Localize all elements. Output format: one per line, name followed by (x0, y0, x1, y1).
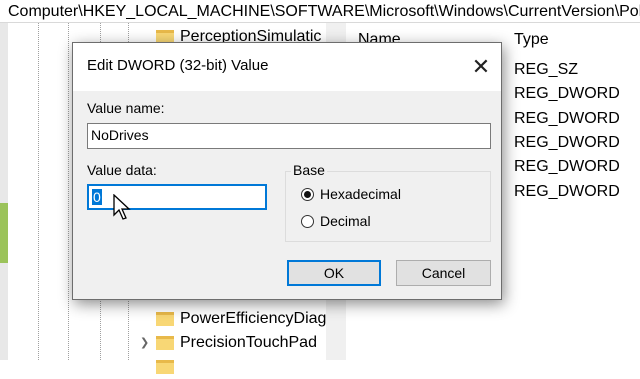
value-name-label: Value name: (87, 100, 165, 116)
type-cell: REG_DWORD (514, 85, 620, 102)
type-cell: REG_DWORD (514, 158, 620, 175)
tree-guide (68, 23, 69, 360)
radio-label: Hexadecimal (320, 186, 401, 202)
type-cell: REG_DWORD (514, 110, 620, 127)
cancel-button[interactable]: Cancel (396, 260, 491, 286)
edit-dword-dialog: Edit DWORD (32-bit) Value ✕ Value name: … (72, 42, 502, 300)
value-data-label: Value data: (87, 162, 157, 178)
radio-checked-icon[interactable] (301, 188, 314, 201)
folder-icon (156, 311, 174, 326)
address-path: Computer\HKEY_LOCAL_MACHINE\SOFTWARE\Mic… (8, 3, 640, 20)
value-name-field[interactable]: NoDrives (87, 123, 491, 149)
tree-item-powerefficiencydiag[interactable]: PowerEfficiencyDiag (156, 307, 326, 331)
type-cell: REG_SZ (514, 61, 579, 78)
radio-unchecked-icon[interactable] (301, 215, 314, 228)
value-data-text: 0 (92, 189, 102, 205)
desktop-edge-accent (0, 203, 8, 263)
radio-decimal[interactable]: Decimal (301, 212, 371, 230)
base-groupbox (285, 171, 491, 242)
type-cell: REG_DWORD (514, 183, 620, 200)
folder-icon (156, 359, 174, 374)
ok-button[interactable]: OK (287, 260, 381, 286)
base-label: Base (291, 162, 327, 178)
type-cell: REG_DWORD (514, 134, 620, 151)
desktop-edge (0, 23, 8, 360)
tree-guide (38, 23, 39, 360)
tree-item-partial (156, 355, 180, 379)
tree-item-precisiontouchpad[interactable]: PrecisionTouchPad (156, 331, 317, 355)
address-bar[interactable]: Computer\HKEY_LOCAL_MACHINE\SOFTWARE\Mic… (0, 0, 640, 23)
mouse-pointer-icon (113, 194, 131, 220)
column-header-type[interactable]: Type (514, 31, 549, 49)
expand-chevron-icon[interactable]: ❯ (140, 331, 149, 355)
radio-hexadecimal[interactable]: Hexadecimal (301, 185, 401, 203)
radio-label: Decimal (320, 213, 371, 229)
close-icon[interactable]: ✕ (467, 53, 495, 81)
tree-item-label: PrecisionTouchPad (180, 334, 317, 351)
tree-item-label: PowerEfficiencyDiag (180, 310, 327, 327)
dialog-title: Edit DWORD (32-bit) Value (87, 57, 269, 74)
dialog-titlebar[interactable]: Edit DWORD (32-bit) Value ✕ (73, 43, 501, 91)
folder-icon (156, 335, 174, 350)
